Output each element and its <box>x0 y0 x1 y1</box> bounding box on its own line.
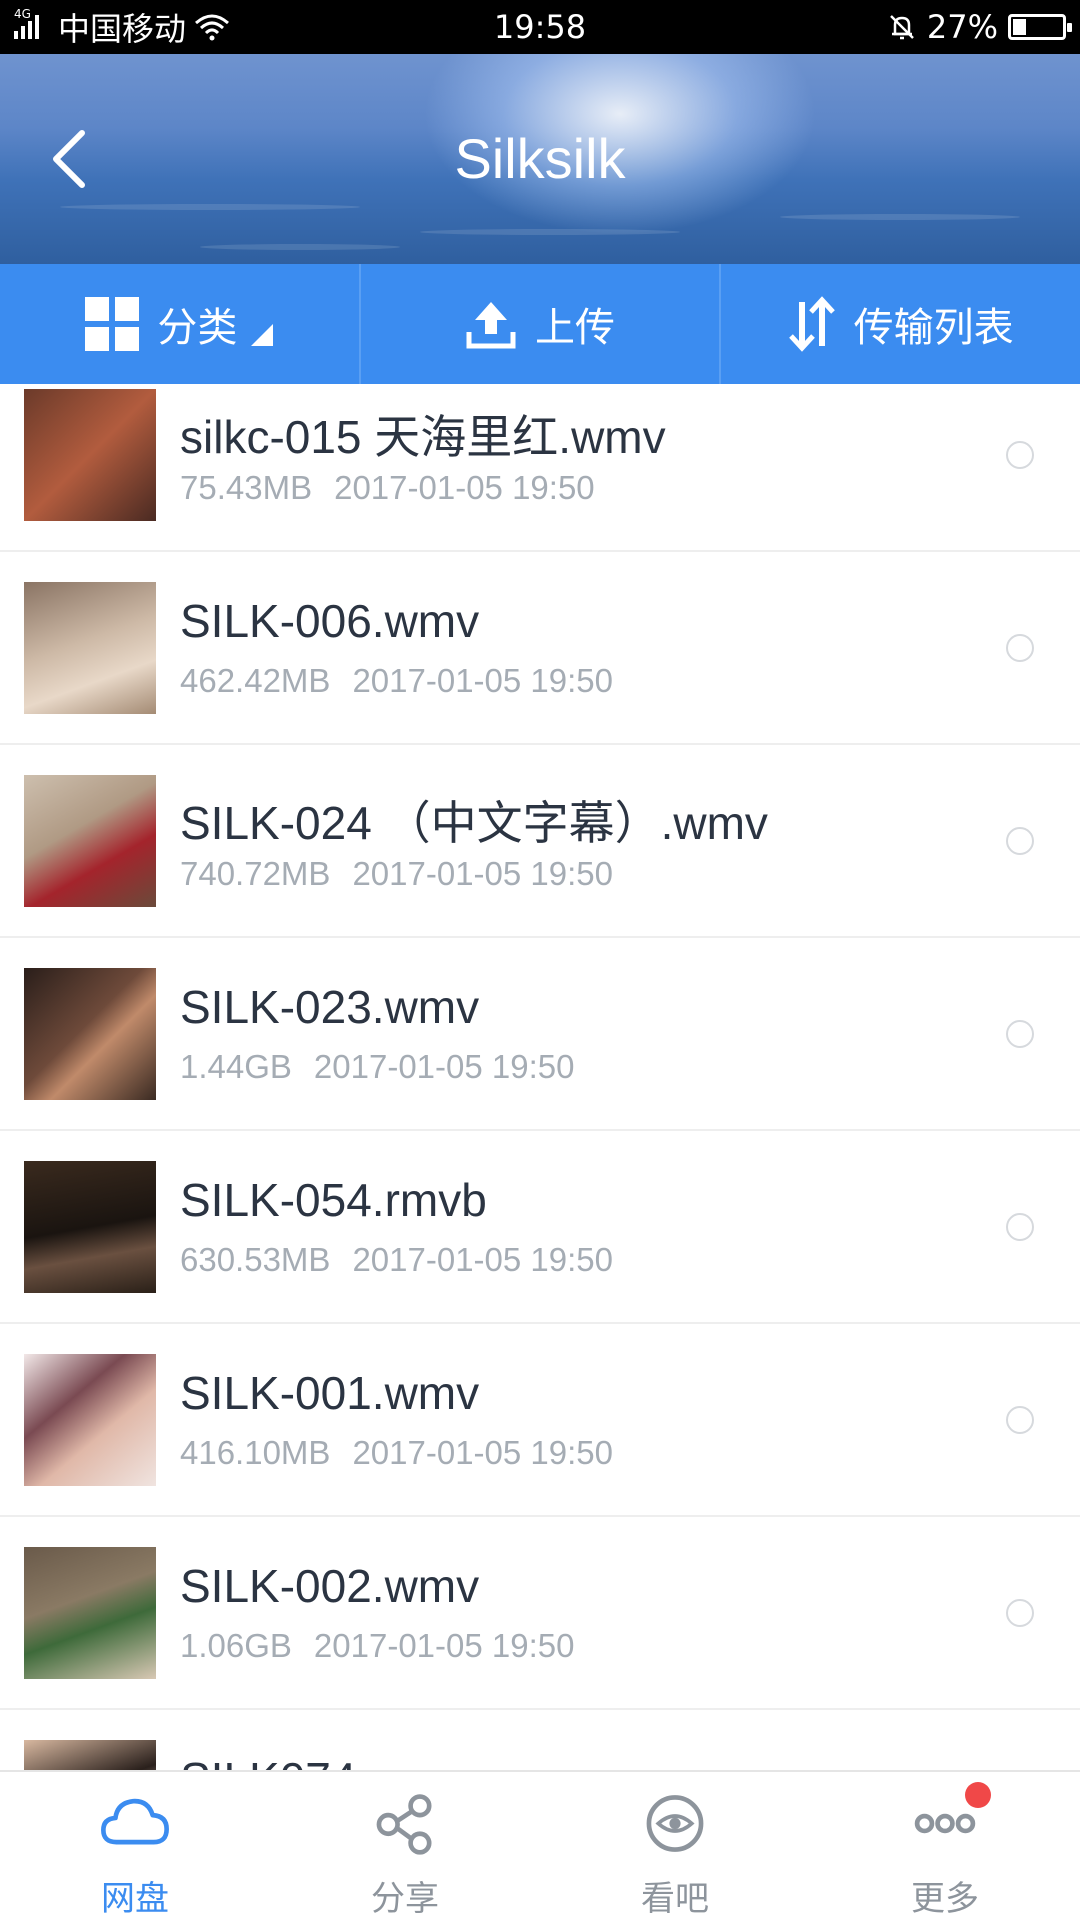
file-size: 630.53MB <box>180 1241 331 1278</box>
signal-icon: 4G <box>14 7 50 39</box>
nav-label: 网盘 <box>101 1879 169 1919</box>
select-checkbox[interactable] <box>1006 1406 1034 1434</box>
file-name: SILK-054.rmvb <box>180 1174 487 1226</box>
toolbar: 分类 上传 传输列表 <box>0 264 1080 384</box>
battery-icon <box>1008 14 1072 40</box>
upload-icon <box>466 302 516 349</box>
file-date: 2017-01-05 19:50 <box>313 1048 575 1085</box>
wifi-icon <box>195 14 230 41</box>
bell-muted-icon <box>889 15 914 40</box>
eye-icon <box>646 1795 704 1852</box>
file-size: 416.10MB <box>180 1434 331 1471</box>
share-icon <box>376 1794 432 1855</box>
file-name: SILK-006.wmv <box>180 595 480 647</box>
header: Silksilk <box>0 54 1080 264</box>
nav-label: 分享 <box>371 1879 439 1919</box>
file-row[interactable]: silkc-015 天海里红.wmv 75.43MB 2017-01-05 19:… <box>0 384 1080 552</box>
upload-button[interactable]: 上传 <box>361 264 722 384</box>
select-checkbox[interactable] <box>1006 1599 1034 1627</box>
transfer-label: 传输列表 <box>853 305 1014 351</box>
nav-item-more[interactable]: 更多 <box>810 1772 1080 1920</box>
select-checkbox[interactable] <box>1006 634 1034 662</box>
select-checkbox[interactable] <box>1006 1020 1034 1048</box>
file-meta: 462.42MB 2017-01-05 19:50 <box>180 662 613 700</box>
file-row[interactable]: SILK-001.wmv 416.10MB 2017-01-05 19:50 <box>0 1324 1080 1517</box>
network-type: 4G <box>14 7 31 21</box>
file-row[interactable]: SILK-023.wmv 1.44GB 2017-01-05 19:50 <box>0 938 1080 1131</box>
file-row[interactable]: SILK-054.rmvb 630.53MB 2017-01-05 19:50 <box>0 1131 1080 1324</box>
status-bar: 4G 中国移动 19:58 27% <box>0 0 1080 54</box>
file-meta: 1.44GB 2017-01-05 19:50 <box>180 1048 574 1086</box>
nav-item-netdisk[interactable]: 网盘 <box>0 1772 270 1920</box>
file-thumbnail <box>24 582 156 714</box>
battery-percent: 27% <box>926 8 998 46</box>
file-date: 2017-01-05 19:50 <box>352 1434 613 1471</box>
file-date: 2017-01-05 19:50 <box>334 469 595 506</box>
file-thumbnail <box>24 1161 156 1293</box>
file-name: SILK-002.wmv <box>180 1560 480 1612</box>
file-name: silkc-015 天海里红.wmv <box>180 411 666 463</box>
file-size: 75.43MB <box>180 469 313 506</box>
cloud-icon <box>101 1798 169 1845</box>
category-button[interactable]: 分类 <box>0 264 361 384</box>
file-meta: 740.72MB 2017-01-05 19:50 <box>180 855 613 893</box>
select-checkbox[interactable] <box>1006 441 1034 469</box>
file-name: SILK-001.wmv <box>180 1367 480 1419</box>
nav-label: 更多 <box>911 1879 979 1919</box>
file-date: 2017-01-05 19:50 <box>352 662 613 699</box>
file-meta: 1.06GB 2017-01-05 19:50 <box>180 1627 574 1665</box>
file-meta: 416.10MB 2017-01-05 19:50 <box>180 1434 613 1472</box>
file-name: SILK-024 （中文字幕）.wmv <box>180 797 768 849</box>
status-left: 4G 中国移动 <box>14 4 887 50</box>
battery-fill <box>1013 19 1026 35</box>
file-row[interactable]: SILK-006.wmv 462.42MB 2017-01-05 19:50 <box>0 552 1080 745</box>
file-thumbnail <box>24 968 156 1100</box>
transfer-list-button[interactable]: 传输列表 <box>721 264 1080 384</box>
nav-item-watch[interactable]: 看吧 <box>540 1772 810 1920</box>
file-row[interactable]: SILK-002.wmv 1.06GB 2017-01-05 19:50 <box>0 1517 1080 1710</box>
upload-label: 上传 <box>535 305 615 351</box>
category-label: 分类 <box>157 305 238 351</box>
file-row[interactable]: SILK-024 （中文字幕）.wmv 740.72MB 2017-01-05 1… <box>0 745 1080 938</box>
file-meta: 75.43MB 2017-01-05 19:50 <box>180 469 595 507</box>
notification-badge <box>965 1782 991 1808</box>
file-list: silkc-015 天海里红.wmv 75.43MB 2017-01-05 19:… <box>0 384 1080 1770</box>
nav-label: 看吧 <box>641 1879 709 1919</box>
file-date: 2017-01-05 19:50 <box>313 1627 575 1664</box>
grid-icon <box>85 297 140 351</box>
file-size: 1.44GB <box>180 1048 292 1085</box>
bottom-nav: 网盘 分享 看吧 更多 <box>0 1770 1080 1920</box>
select-checkbox[interactable] <box>1006 1213 1034 1241</box>
file-thumbnail <box>24 389 156 521</box>
file-size: 740.72MB <box>180 855 331 892</box>
page-title: Silksilk <box>454 127 626 190</box>
select-checkbox[interactable] <box>1006 827 1034 855</box>
status-right: 27% <box>887 8 1072 46</box>
file-size: 1.06GB <box>180 1627 292 1664</box>
file-name: SILK074.wmv <box>180 1752 464 1770</box>
file-thumbnail <box>24 1740 156 1770</box>
nav-item-share[interactable]: 分享 <box>270 1772 540 1920</box>
file-thumbnail <box>24 1547 156 1679</box>
file-thumbnail <box>24 1354 156 1486</box>
file-date: 2017-01-05 19:50 <box>352 1241 613 1278</box>
file-thumbnail <box>24 775 156 907</box>
file-date: 2017-01-05 19:50 <box>352 855 613 892</box>
carrier-name: 中国移动 <box>58 10 187 48</box>
file-size: 462.42MB <box>180 662 331 699</box>
caret-down-icon <box>251 324 274 346</box>
file-name: SILK-023.wmv <box>180 981 480 1033</box>
file-meta: 630.53MB 2017-01-05 19:50 <box>180 1241 613 1279</box>
transfer-icon <box>788 296 835 352</box>
file-row[interactable]: SILK074.wmv <box>0 1710 1080 1770</box>
